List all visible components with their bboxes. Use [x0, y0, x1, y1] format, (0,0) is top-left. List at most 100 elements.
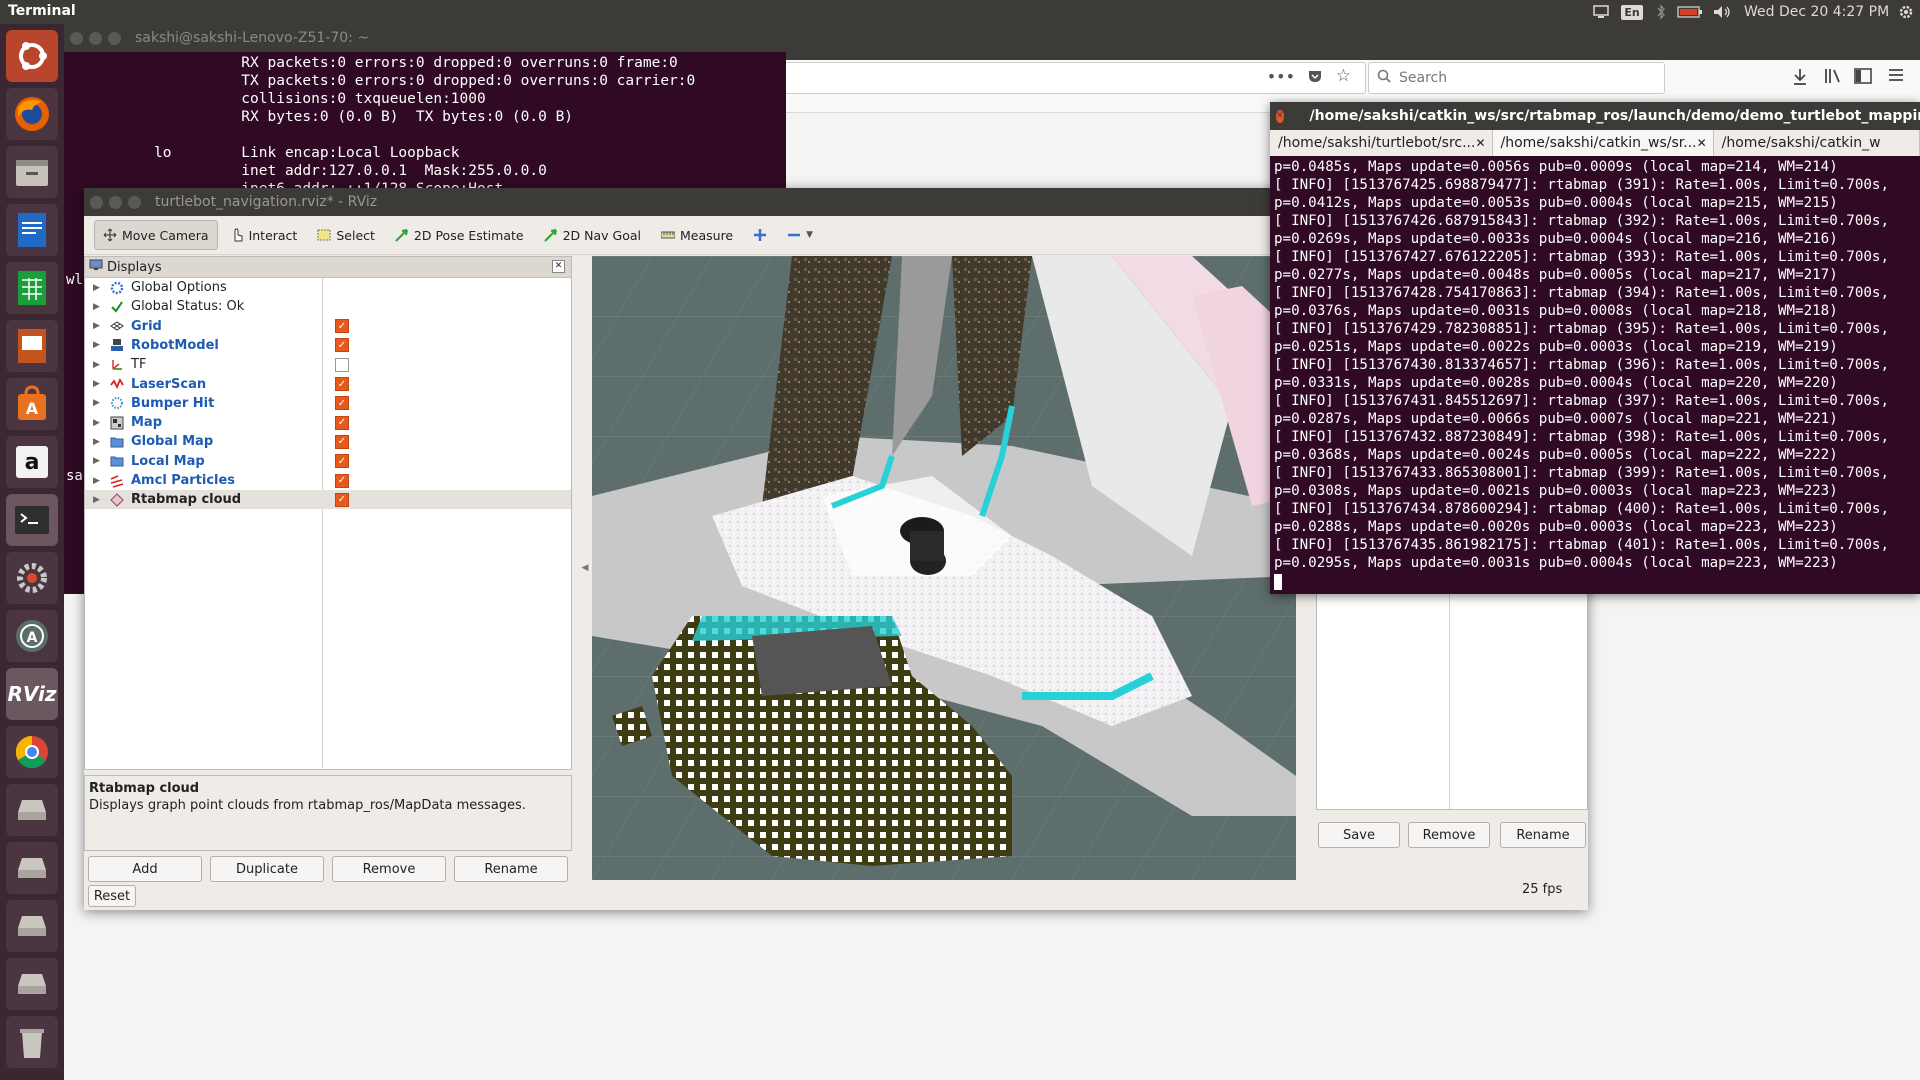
- clock[interactable]: Wed Dec 20 4:27 PM: [1744, 2, 1894, 22]
- add-button[interactable]: Add: [88, 856, 202, 882]
- expand-arrow-icon[interactable]: ▶: [93, 456, 105, 466]
- maximize-icon[interactable]: [128, 195, 141, 209]
- remove-button[interactable]: Remove: [1408, 822, 1490, 848]
- expand-arrow-icon[interactable]: ▶: [93, 437, 105, 447]
- enabled-checkbox[interactable]: ✓: [335, 396, 349, 411]
- display-item-grid[interactable]: ▶ Grid ✓: [85, 317, 571, 336]
- close-icon[interactable]: ✕: [1697, 136, 1707, 150]
- terminal-tab[interactable]: /home/sakshi/turtlebot/src... ✕: [1270, 130, 1493, 156]
- keyboard-layout-indicator[interactable]: En: [1620, 2, 1644, 22]
- rename-button[interactable]: Rename: [1500, 822, 1586, 848]
- expand-arrow-icon[interactable]: ▶: [93, 495, 105, 505]
- terminal-window-2[interactable]: ✕ /home/sakshi/catkin_ws/src/rtabmap_ros…: [1270, 102, 1920, 594]
- enabled-checkbox[interactable]: ✓: [335, 473, 349, 488]
- display-item-amcl-particles[interactable]: ▶ Amcl Particles ✓: [85, 471, 571, 490]
- minimize-icon[interactable]: [109, 195, 122, 209]
- enabled-checkbox[interactable]: ✓: [335, 415, 349, 430]
- library-icon[interactable]: [1824, 68, 1842, 88]
- drive-icon[interactable]: [6, 958, 58, 1010]
- remove-button[interactable]: Remove: [332, 856, 446, 882]
- close-icon[interactable]: ✕: [1475, 136, 1485, 150]
- expand-arrow-icon[interactable]: ▶: [93, 321, 105, 331]
- reset-button[interactable]: Reset: [88, 885, 136, 907]
- tool-select[interactable]: Select: [309, 221, 383, 249]
- drive-icon[interactable]: [6, 784, 58, 836]
- expand-arrow-icon[interactable]: ▶: [93, 476, 105, 486]
- tool-2d-pose-estimate[interactable]: 2D Pose Estimate: [387, 221, 532, 249]
- enabled-checkbox[interactable]: ✓: [335, 338, 349, 353]
- expand-arrow-icon[interactable]: ▶: [93, 340, 105, 350]
- display-item-robotmodel[interactable]: ▶ RobotModel ✓: [85, 336, 571, 355]
- enabled-checkbox[interactable]: ✓: [335, 492, 349, 507]
- tool-2d-nav-goal[interactable]: 2D Nav Goal: [536, 221, 649, 249]
- bluetooth-icon[interactable]: [1652, 2, 1670, 22]
- maximize-icon[interactable]: [108, 31, 121, 45]
- trash-icon[interactable]: [6, 1016, 58, 1068]
- rename-button[interactable]: Rename: [454, 856, 568, 882]
- enabled-checkbox[interactable]: [335, 357, 349, 372]
- enabled-checkbox[interactable]: ✓: [335, 377, 349, 391]
- expand-arrow-icon[interactable]: ▶: [93, 283, 105, 293]
- display-item-laserscan[interactable]: ▶ LaserScan ✓: [85, 375, 571, 394]
- terminal-window-1[interactable]: sakshi@sakshi-Lenovo-Z51-70: ~ RX packet…: [64, 24, 786, 197]
- drive-icon[interactable]: [6, 900, 58, 952]
- battery-icon[interactable]: [1676, 2, 1704, 22]
- terminal-icon[interactable]: [6, 494, 58, 546]
- firefox-icon[interactable]: [6, 88, 58, 140]
- display-item-local-map[interactable]: ▶ Local Map ✓: [85, 452, 571, 471]
- expand-arrow-icon[interactable]: ▶: [93, 398, 105, 408]
- tool-measure[interactable]: Measure: [653, 221, 741, 249]
- close-icon[interactable]: ✕: [1276, 109, 1284, 123]
- gear-icon[interactable]: [1896, 2, 1916, 22]
- enabled-checkbox[interactable]: ✓: [335, 434, 349, 449]
- enabled-checkbox[interactable]: ✓: [335, 454, 349, 469]
- tool-move-camera[interactable]: Move Camera: [94, 220, 218, 250]
- ubuntu-dash-icon[interactable]: [6, 30, 58, 82]
- 3d-view[interactable]: [592, 256, 1296, 880]
- sidebar-icon[interactable]: [1854, 68, 1872, 88]
- display-item-global-status-ok[interactable]: ▶ Global Status: Ok: [85, 297, 571, 316]
- terminal-tab[interactable]: /home/sakshi/catkin_w: [1714, 130, 1920, 156]
- rviz-icon[interactable]: RViz: [6, 668, 58, 720]
- close-icon[interactable]: [90, 195, 103, 209]
- chrome-icon[interactable]: [6, 726, 58, 778]
- files-icon[interactable]: [6, 146, 58, 198]
- display-item-tf[interactable]: ▶ TF: [85, 355, 571, 374]
- remove-tool-button[interactable]: ▼: [779, 221, 821, 249]
- libreoffice-writer-icon[interactable]: [6, 204, 58, 256]
- download-icon[interactable]: [1792, 68, 1808, 90]
- volume-icon[interactable]: [1710, 2, 1734, 22]
- system-settings-icon[interactable]: [6, 552, 58, 604]
- terminal-tab-active[interactable]: /home/sakshi/catkin_ws/sr... ✕: [1492, 130, 1714, 156]
- display-icon[interactable]: [1590, 2, 1612, 22]
- display-item-global-options[interactable]: ▶ Global Options: [85, 278, 571, 297]
- expand-arrow-icon[interactable]: ▶: [93, 379, 105, 389]
- close-icon[interactable]: [70, 31, 83, 45]
- display-item-rtabmap-cloud[interactable]: ▶ Rtabmap cloud ✓: [85, 490, 571, 510]
- bookmark-star-icon[interactable]: ☆: [1336, 66, 1351, 86]
- menu-icon[interactable]: [1888, 68, 1904, 86]
- minimize-icon[interactable]: [89, 31, 102, 45]
- display-item-global-map[interactable]: ▶ Global Map ✓: [85, 432, 571, 451]
- software-updater-icon[interactable]: A: [6, 610, 58, 662]
- close-icon[interactable]: ✕: [552, 260, 565, 273]
- add-tool-button[interactable]: [745, 221, 775, 249]
- pocket-icon[interactable]: [1307, 68, 1323, 88]
- enabled-checkbox[interactable]: ✓: [335, 319, 349, 334]
- libreoffice-impress-icon[interactable]: [6, 320, 58, 372]
- duplicate-button[interactable]: Duplicate: [210, 856, 324, 882]
- tool-interact[interactable]: Interact: [222, 221, 306, 249]
- expand-arrow-icon[interactable]: ▶: [93, 360, 105, 370]
- display-item-map[interactable]: ▶ Map ✓: [85, 413, 571, 432]
- expand-arrow-icon[interactable]: ▶: [93, 418, 105, 428]
- search-field[interactable]: Search: [1368, 62, 1665, 94]
- url-bar[interactable]: ••• ☆: [784, 62, 1366, 94]
- more-icon[interactable]: •••: [1267, 67, 1295, 86]
- libreoffice-calc-icon[interactable]: [6, 262, 58, 314]
- amazon-icon[interactable]: a: [6, 436, 58, 488]
- save-button[interactable]: Save: [1318, 822, 1400, 848]
- expand-arrow-icon[interactable]: ▶: [93, 302, 105, 312]
- software-center-icon[interactable]: A: [6, 378, 58, 430]
- splitter-handle[interactable]: ◀: [580, 256, 590, 880]
- display-item-bumper-hit[interactable]: ▶ Bumper Hit ✓: [85, 394, 571, 413]
